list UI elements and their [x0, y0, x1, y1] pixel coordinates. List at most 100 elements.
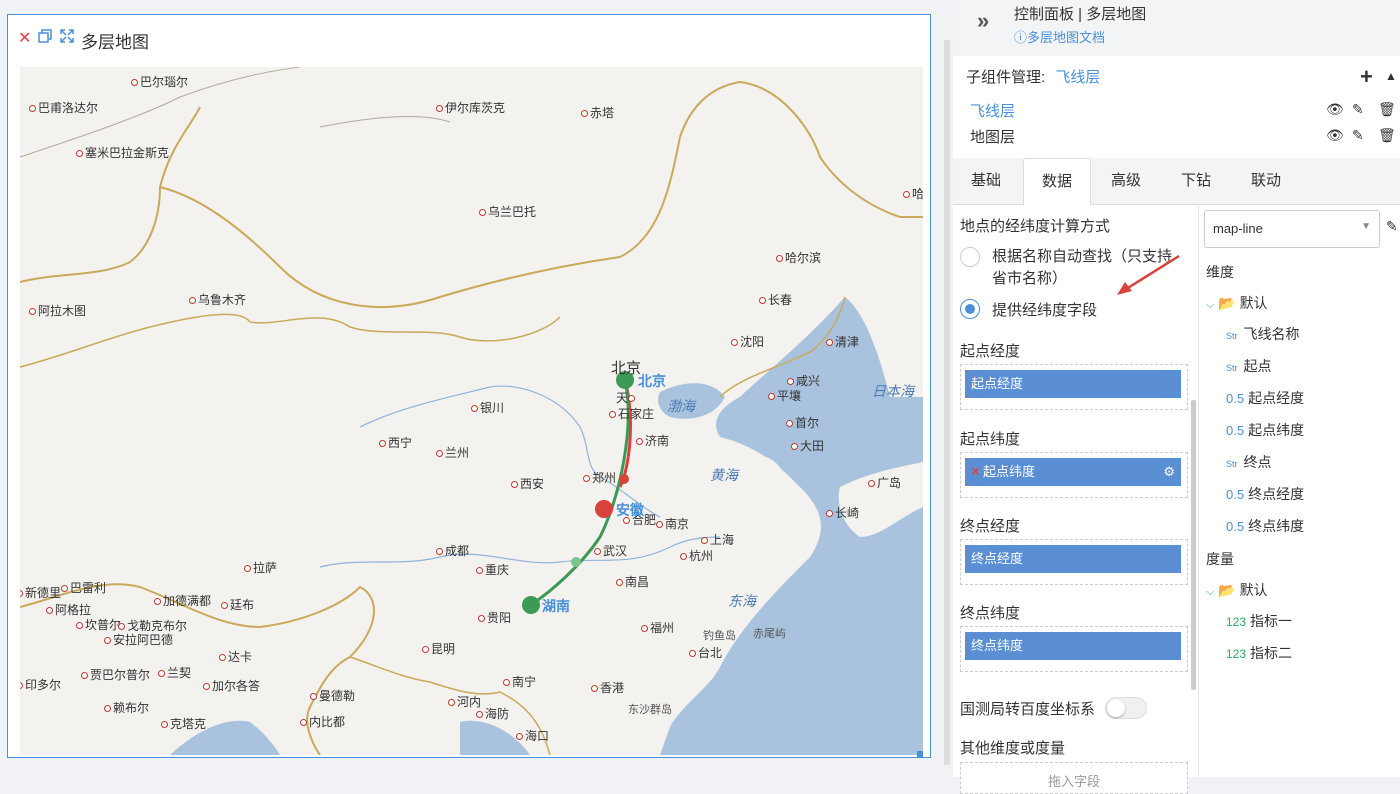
flight-head-red — [619, 474, 629, 484]
city-label: 赖布尔 — [104, 699, 149, 716]
fullscreen-icon[interactable] — [60, 29, 74, 49]
city-label: 赤塔 — [581, 104, 614, 121]
city-label: 巴雷利 — [61, 579, 106, 596]
layer-item-map[interactable]: 地图层 — [970, 126, 1015, 147]
field-item[interactable]: Str 终点 — [1226, 452, 1272, 472]
config-scrollbar[interactable] — [1191, 400, 1196, 690]
edit-icon[interactable]: ✎ — [1352, 101, 1364, 118]
city-dot-icon — [776, 255, 783, 263]
field-item[interactable]: 0.5 终点经度 — [1226, 484, 1304, 504]
edit-dataset-icon[interactable]: ✎ — [1386, 218, 1398, 235]
city-dot-icon — [20, 682, 23, 690]
start-lng-chip[interactable]: 起点经度 — [965, 370, 1181, 398]
add-icon[interactable]: + — [1360, 64, 1373, 90]
city-label: 达卡 — [219, 648, 252, 665]
radio-fields[interactable] — [960, 299, 980, 319]
city-label: 西安 — [511, 475, 544, 492]
chevron-down-icon: ⌵ — [1206, 299, 1215, 311]
city-dot-icon — [787, 378, 794, 386]
close-icon[interactable]: ✕ — [18, 29, 31, 49]
city-label: 福州 — [641, 619, 674, 636]
control-panel: » 控制面板 | 多层地图 ⓘ多层地图文档 子组件管理: 飞线层 + ▲ 飞线层… — [953, 0, 1400, 794]
field-item[interactable]: 0.5 起点经度 — [1226, 388, 1304, 408]
resize-handle[interactable] — [917, 751, 923, 757]
city-dot-icon — [826, 339, 833, 347]
trash-icon[interactable]: 🗑 — [1378, 101, 1396, 118]
field-type-icon: 123 — [1226, 647, 1247, 661]
island-diaoyu: 钓鱼岛 — [703, 630, 736, 642]
measure-group[interactable]: ⌵ 📂 默认 — [1206, 580, 1268, 600]
start-lng-dropzone[interactable]: 起点经度 — [960, 364, 1188, 410]
tab-data[interactable]: 数据 — [1023, 158, 1091, 205]
column-divider — [1198, 204, 1199, 777]
radio-fields-label[interactable]: 提供经纬度字段 — [992, 299, 1097, 320]
radio-auto[interactable] — [960, 247, 980, 267]
collapse-panel-icon[interactable]: » — [977, 8, 989, 34]
dataset-select[interactable]: map-line ▼ — [1204, 210, 1380, 248]
city-dot-icon — [583, 475, 590, 483]
city-dot-icon — [104, 705, 111, 713]
widget-header: ✕ 多层地图 — [8, 15, 930, 65]
city-label: 乌兰巴托 — [479, 203, 536, 220]
city-label: 兰州 — [436, 444, 469, 461]
gear-icon[interactable]: ⚙ — [1163, 458, 1175, 486]
point-hunan-label: 湖南 — [542, 598, 570, 614]
doc-link[interactable]: ⓘ多层地图文档 — [1014, 27, 1105, 46]
start-lng-label: 起点经度 — [960, 343, 1021, 360]
city-dot-icon — [591, 685, 598, 693]
field-item[interactable]: Str 起点 — [1226, 356, 1272, 376]
sea-huanghai: 黄海 — [710, 467, 738, 483]
city-label: 武汉 — [594, 542, 627, 559]
city-label: 贵阳 — [478, 609, 511, 626]
trash-icon[interactable]: 🗑 — [1378, 127, 1396, 144]
city-dot-icon — [786, 420, 793, 428]
field-item[interactable]: 0.5 终点纬度 — [1226, 516, 1304, 536]
main-scrollbar[interactable] — [944, 40, 950, 765]
map-canvas[interactable]: 巴尔瑙尔 巴甫洛达尔 伊尔库茨克 赤塔 塞米巴拉金斯克 乌兰巴托 哈尔滨 阿拉木图 乌鲁木齐 长春… — [20, 67, 923, 755]
start-lat-chip[interactable]: ✕ 起点纬度 ⚙ — [965, 458, 1181, 486]
tab-drilldown[interactable]: 下钻 — [1163, 158, 1229, 204]
eye-icon[interactable]: 👁 — [1326, 101, 1344, 118]
field-type-icon: 123 — [1226, 615, 1247, 629]
start-lat-dropzone[interactable]: ✕ 起点纬度 ⚙ — [960, 452, 1188, 498]
layer-item-flyline[interactable]: 飞线层 — [970, 100, 1015, 121]
dimension-group[interactable]: ⌵ 📂 默认 — [1206, 293, 1268, 313]
eye-icon[interactable]: 👁 — [1326, 127, 1344, 144]
city-dot-icon — [511, 481, 518, 489]
remove-icon[interactable]: ✕ — [970, 458, 981, 486]
city-dot-icon — [516, 733, 523, 741]
field-item[interactable]: 123 指标二 — [1226, 643, 1292, 663]
point-anhui-marker[interactable] — [595, 500, 613, 518]
city-dot-icon — [203, 683, 210, 691]
subcomp-active[interactable]: 飞线层 — [1055, 69, 1100, 86]
end-lat-dropzone[interactable]: 终点纬度 — [960, 626, 1188, 672]
city-dot-icon — [436, 105, 443, 113]
edit-icon[interactable]: ✎ — [1352, 127, 1364, 144]
tab-advanced[interactable]: 高级 — [1093, 158, 1159, 204]
point-hunan-marker[interactable] — [522, 596, 540, 614]
city-dot-icon — [29, 308, 36, 316]
city-label: 印多尔 — [20, 676, 61, 693]
city-dot-icon — [154, 598, 161, 606]
convert-toggle[interactable] — [1105, 697, 1147, 719]
field-item[interactable]: 123 指标一 — [1226, 611, 1292, 631]
city-label: 哈 — [903, 185, 923, 202]
field-item[interactable]: 0.5 起点纬度 — [1226, 420, 1304, 440]
copy-icon[interactable] — [38, 29, 52, 49]
city-beijing-label: 北京 — [611, 360, 642, 377]
flight-head-green — [571, 557, 581, 567]
field-type-icon: 0.5 — [1226, 487, 1245, 502]
city-dot-icon — [300, 719, 307, 727]
end-lng-label: 终点经度 — [960, 518, 1021, 535]
end-lng-chip[interactable]: 终点经度 — [965, 545, 1181, 573]
tab-basic[interactable]: 基础 — [953, 158, 1019, 204]
end-lng-dropzone[interactable]: 终点经度 — [960, 539, 1188, 585]
subcomp-header: 子组件管理: 飞线层 — [966, 69, 1101, 86]
collapse-up-icon[interactable]: ▲ — [1385, 69, 1397, 83]
other-dropzone[interactable]: 拖入字段 — [960, 762, 1188, 794]
tab-linkage[interactable]: 联动 — [1233, 158, 1299, 204]
field-item[interactable]: Str 飞线名称 — [1226, 324, 1300, 344]
city-label: 杭州 — [680, 547, 713, 564]
city-dot-icon — [436, 548, 443, 556]
end-lat-chip[interactable]: 终点纬度 — [965, 632, 1181, 660]
